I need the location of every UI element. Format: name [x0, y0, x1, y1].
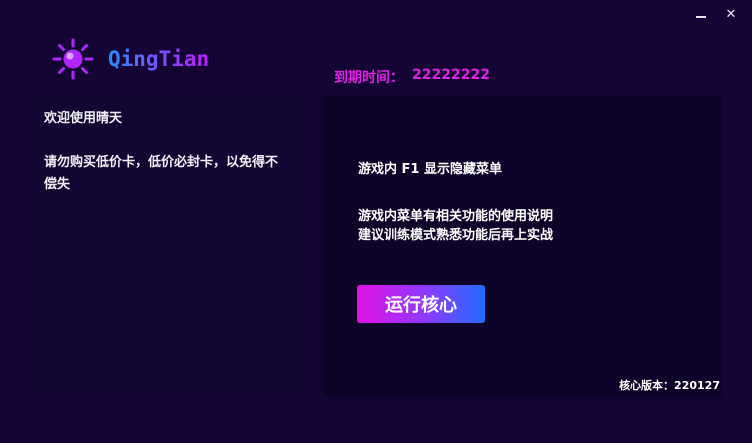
window-controls: ✕	[694, 8, 738, 22]
practice-hint-line: 建议训练模式熟悉功能后再上实战	[358, 228, 554, 243]
welcome-text: 欢迎使用晴天	[44, 111, 123, 126]
usage-hint: 游戏内菜单有相关功能的使用说明 建议训练模式熟悉功能后再上实战	[358, 207, 553, 245]
minimize-icon[interactable]	[694, 8, 708, 22]
expiry-info: 到期时间： 22222222	[334, 67, 490, 87]
usage-hint-line: 游戏内菜单有相关功能的使用说明	[358, 209, 554, 224]
menu-hint: 游戏内 F1 显示隐藏菜单	[358, 162, 502, 177]
main-panel	[324, 95, 722, 397]
brand-name: QingTian	[108, 47, 210, 71]
core-version: 核心版本：220127	[619, 379, 720, 392]
expiry-label: 到期时间：	[334, 70, 404, 86]
notice-panel	[28, 95, 308, 392]
sun-icon	[52, 38, 94, 80]
close-icon[interactable]: ✕	[724, 8, 738, 22]
run-core-button[interactable]: 运行核心	[357, 285, 485, 323]
warning-text: 请勿购买低价卡，低价必封卡，以免得不偿失	[44, 155, 279, 192]
app-logo: QingTian	[52, 38, 209, 80]
expiry-value: 22222222	[412, 67, 490, 83]
